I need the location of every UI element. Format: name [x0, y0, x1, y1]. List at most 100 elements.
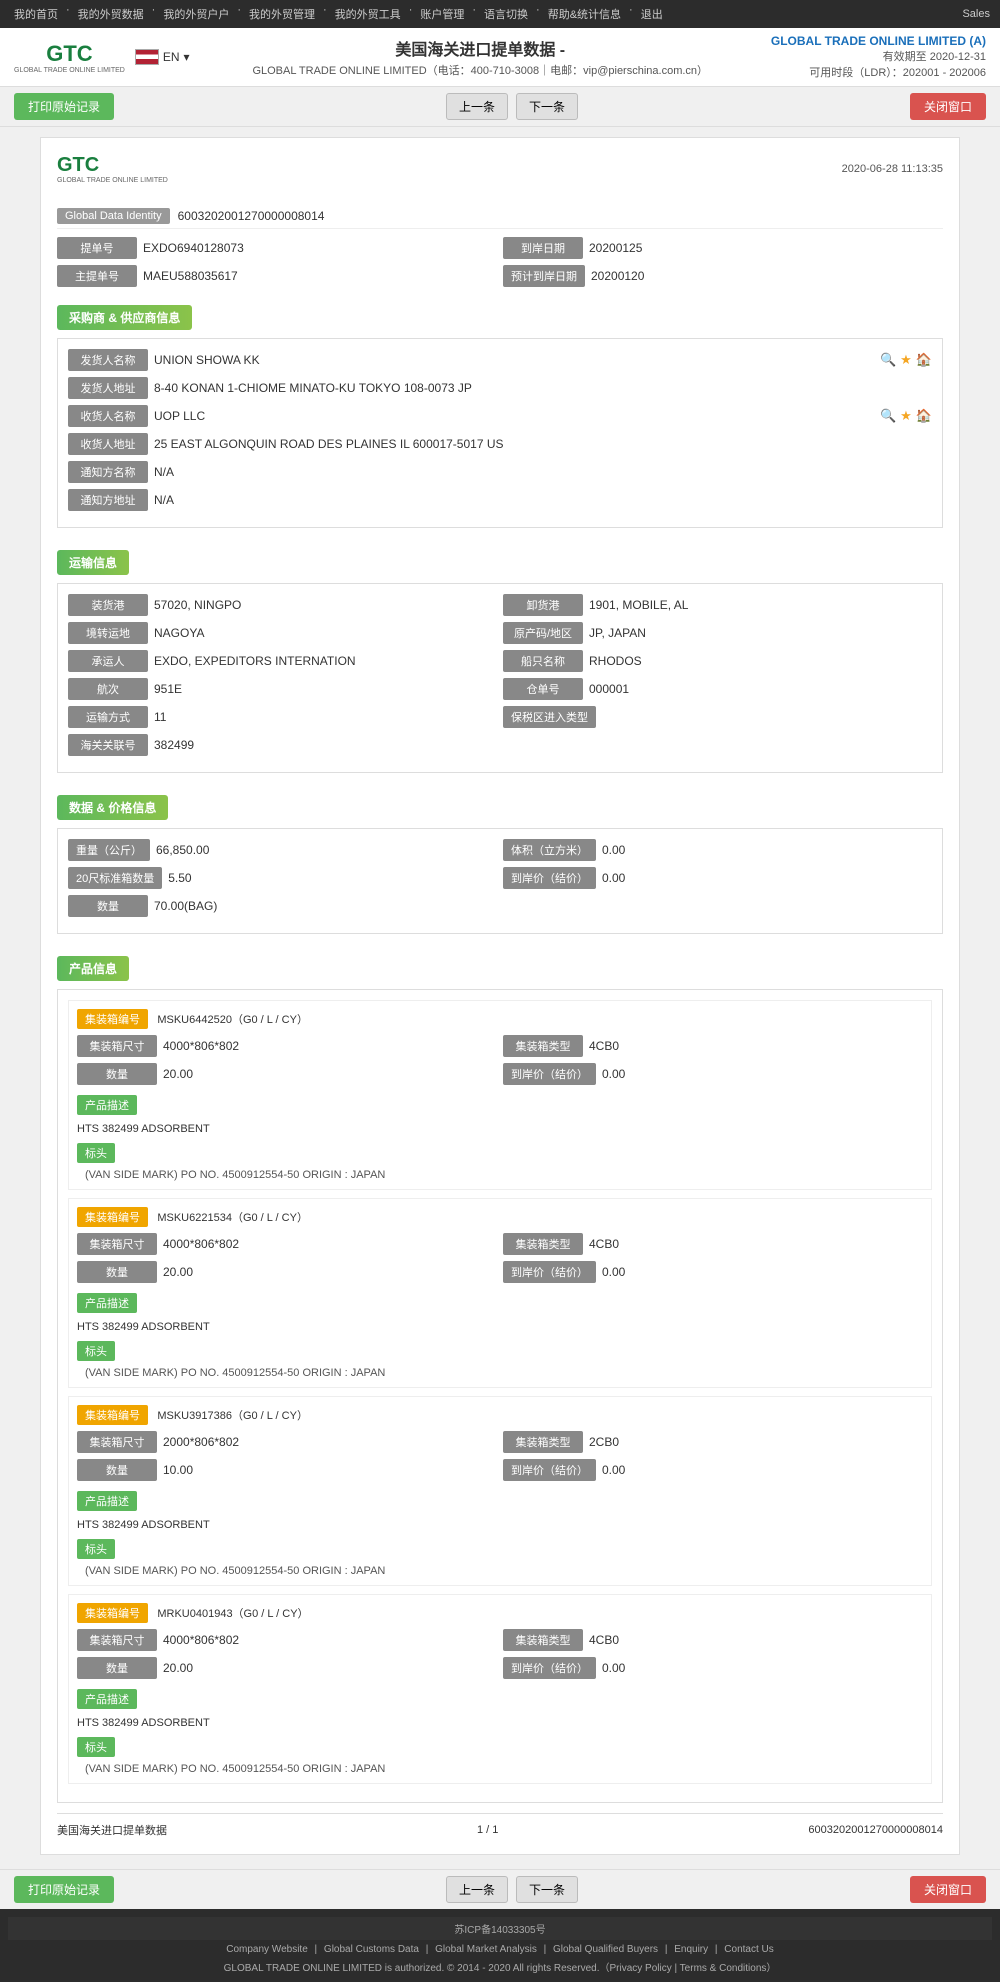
- transport-section: 装货港 57020, NINGPO 卸货港 1901, MOBILE, AL 境…: [57, 583, 943, 773]
- prod1-qty-label: 数量: [77, 1063, 157, 1085]
- notify-addr-row: 通知方地址 N/A: [68, 489, 932, 511]
- home-icon[interactable]: 🏠: [916, 352, 932, 368]
- prod1-mark-value: (VAN SIDE MARK) PO NO. 4500912554-50 ORI…: [85, 1169, 923, 1181]
- planned-date-value: 20200120: [591, 269, 943, 283]
- customs-date-value: 20200125: [589, 241, 943, 255]
- loading-port-value: 57020, NINGPO: [154, 598, 497, 612]
- nav-home[interactable]: 我的首页: [10, 4, 62, 24]
- transport-mode-label: 运输方式: [68, 706, 148, 728]
- print-button-bottom[interactable]: 打印原始记录: [14, 1876, 114, 1903]
- footer-link-5[interactable]: Enquiry: [674, 1944, 708, 1955]
- gdi-row: Global Data Identity 6003202001270000008…: [57, 204, 943, 229]
- bill-no-label: 提单号: [57, 237, 137, 259]
- nav-lang[interactable]: 语言切换: [480, 4, 532, 24]
- planned-date-pair: 预计到岸日期 20200120: [503, 265, 943, 287]
- weight-label: 重量（公斤）: [68, 839, 150, 861]
- forwarder-label: 承运人: [68, 650, 148, 672]
- prod1-size-pair: 集装箱尺寸 4000*806*802: [77, 1035, 497, 1057]
- doc-header: GTC GLOBAL TRADE ONLINE LIMITED 2020-06-…: [57, 154, 943, 192]
- volume-pair: 体积（立方米） 0.00: [503, 839, 932, 861]
- prod1-type-value: 4CB0: [589, 1039, 923, 1053]
- prod4-type-label: 集装箱类型: [503, 1629, 583, 1651]
- consignee-name-row: 收货人名称 UOP LLC 🔍 ★ 🏠: [68, 405, 932, 427]
- ship-name-pair: 船只名称 RHODOS: [503, 650, 932, 672]
- flag-lang[interactable]: EN ▾: [135, 49, 190, 65]
- prod3-mark-tag: 标头: [77, 1539, 115, 1559]
- top-action-bar: 打印原始记录 上一条 下一条 关闭窗口: [0, 87, 1000, 127]
- prev-button-top[interactable]: 上一条: [446, 93, 508, 120]
- prod3-size-value: 2000*806*802: [163, 1435, 497, 1449]
- nav-logout[interactable]: 退出: [637, 4, 667, 24]
- next-button-top[interactable]: 下一条: [516, 93, 578, 120]
- footer-link-2[interactable]: Global Customs Data: [324, 1944, 419, 1955]
- nav-export-account[interactable]: 我的外贸户户: [159, 4, 233, 24]
- shipper-addr-label: 发货人地址: [68, 377, 148, 399]
- prod4-qty-row: 数量 20.00 到岸价（结价） 0.00: [77, 1657, 923, 1679]
- close-button-top[interactable]: 关闭窗口: [910, 93, 986, 120]
- search-icon-2[interactable]: 🔍: [880, 408, 896, 424]
- customs-no-value: 382499: [154, 738, 932, 752]
- prev-button-bottom[interactable]: 上一条: [446, 1876, 508, 1903]
- notify-addr-value: N/A: [154, 493, 932, 507]
- prod1-type-pair: 集装箱类型 4CB0: [503, 1035, 923, 1057]
- nav-export-tools[interactable]: 我的外贸工具: [331, 4, 405, 24]
- prod1-qty-value: 20.00: [163, 1067, 497, 1081]
- footer-links: Company Website | Global Customs Data | …: [8, 1944, 992, 1955]
- doc-logo-sub: GLOBAL TRADE ONLINE LIMITED: [57, 177, 168, 184]
- product-item-3: 集装箱编号 MSKU3917386（G0 / L / CY） 集装箱尺寸 200…: [68, 1396, 932, 1586]
- bill-lading-value: 000001: [589, 682, 932, 696]
- master-bill-pair: 主提单号 MAEU588035617: [57, 265, 497, 287]
- nav-help[interactable]: 帮助&统计信息: [544, 4, 625, 24]
- quantity-row: 数量 70.00(BAG): [68, 895, 932, 917]
- prod3-desc-tag: 产品描述: [77, 1491, 137, 1511]
- weight-pair: 重量（公斤） 66,850.00: [68, 839, 497, 861]
- prod4-desc-tag: 产品描述: [77, 1689, 137, 1709]
- star-icon-2[interactable]: ★: [900, 408, 912, 424]
- logo-text: GTC: [46, 41, 92, 67]
- prod1-desc-value: HTS 382499 ADSORBENT: [77, 1123, 923, 1135]
- footer-link-3[interactable]: Global Market Analysis: [435, 1944, 537, 1955]
- close-button-bottom[interactable]: 关闭窗口: [910, 1876, 986, 1903]
- prod4-desc-value: HTS 382499 ADSORBENT: [77, 1717, 923, 1729]
- data-price-section: 重量（公斤） 66,850.00 体积（立方米） 0.00 20尺标准箱数量 5…: [57, 828, 943, 934]
- origin-value: JP, JAPAN: [589, 626, 932, 640]
- unloading-port-label: 卸货港: [503, 594, 583, 616]
- shipper-addr-row: 发货人地址 8-40 KONAN 1-CHIOME MINATO-KU TOKY…: [68, 377, 932, 399]
- prod3-type-pair: 集装箱类型 2CB0: [503, 1431, 923, 1453]
- nav-export-manage[interactable]: 我的外贸管理: [245, 4, 319, 24]
- home-icon-2[interactable]: 🏠: [916, 408, 932, 424]
- prod3-mark-value: (VAN SIDE MARK) PO NO. 4500912554-50 ORI…: [85, 1565, 923, 1577]
- planned-date-label: 预计到岸日期: [503, 265, 585, 287]
- footer-link-1[interactable]: Company Website: [226, 1944, 308, 1955]
- prod2-type-value: 4CB0: [589, 1237, 923, 1251]
- container-row: 20尺标准箱数量 5.50 到岸价（结价） 0.00: [68, 867, 932, 889]
- prod2-size-label: 集装箱尺寸: [77, 1233, 157, 1255]
- footer-link-6[interactable]: Contact Us: [724, 1944, 773, 1955]
- logo-sub: GLOBAL TRADE ONLINE LIMITED: [14, 67, 125, 74]
- header-bar: GTC GLOBAL TRADE ONLINE LIMITED EN ▾ 美国海…: [0, 28, 1000, 87]
- nav-account[interactable]: 账户管理: [416, 4, 468, 24]
- ship-name-value: RHODOS: [589, 654, 932, 668]
- doc-logo-area: GTC GLOBAL TRADE ONLINE LIMITED: [57, 154, 168, 184]
- product-item-1: 集装箱编号 MSKU6442520（G0 / L / CY） 集装箱尺寸 400…: [68, 1000, 932, 1190]
- star-icon[interactable]: ★: [900, 352, 912, 368]
- search-icon[interactable]: 🔍: [880, 352, 896, 368]
- prod4-qty-value: 20.00: [163, 1661, 497, 1675]
- nav-export-data[interactable]: 我的外贸数据: [74, 4, 148, 24]
- next-button-bottom[interactable]: 下一条: [516, 1876, 578, 1903]
- voyage-row: 航次 951E 仓单号 000001: [68, 678, 932, 700]
- prod4-price-value: 0.00: [602, 1661, 923, 1675]
- nav-links: 我的首页 · 我的外贸数据 · 我的外贸户户 · 我的外贸管理 · 我的外贸工具…: [10, 4, 667, 24]
- prod3-type-label: 集装箱类型: [503, 1431, 583, 1453]
- prod4-mark-tag: 标头: [77, 1737, 115, 1757]
- site-footer: 苏ICP备14033305号 Company Website | Global …: [0, 1909, 1000, 1982]
- prod2-qty-value: 20.00: [163, 1265, 497, 1279]
- brand-name: GLOBAL TRADE ONLINE LIMITED (A): [771, 34, 986, 48]
- prod3-qty-label: 数量: [77, 1459, 157, 1481]
- expiry-date: 有效期至 2020-12-31: [771, 48, 986, 64]
- print-button-top[interactable]: 打印原始记录: [14, 93, 114, 120]
- container-no-value-3: MSKU3917386（G0 / L / CY）: [157, 1410, 308, 1422]
- footer-link-4[interactable]: Global Qualified Buyers: [553, 1944, 658, 1955]
- container-20-value: 5.50: [168, 871, 497, 885]
- header-center: 美国海关进口提单数据 - GLOBAL TRADE ONLINE LIMITED…: [252, 36, 708, 78]
